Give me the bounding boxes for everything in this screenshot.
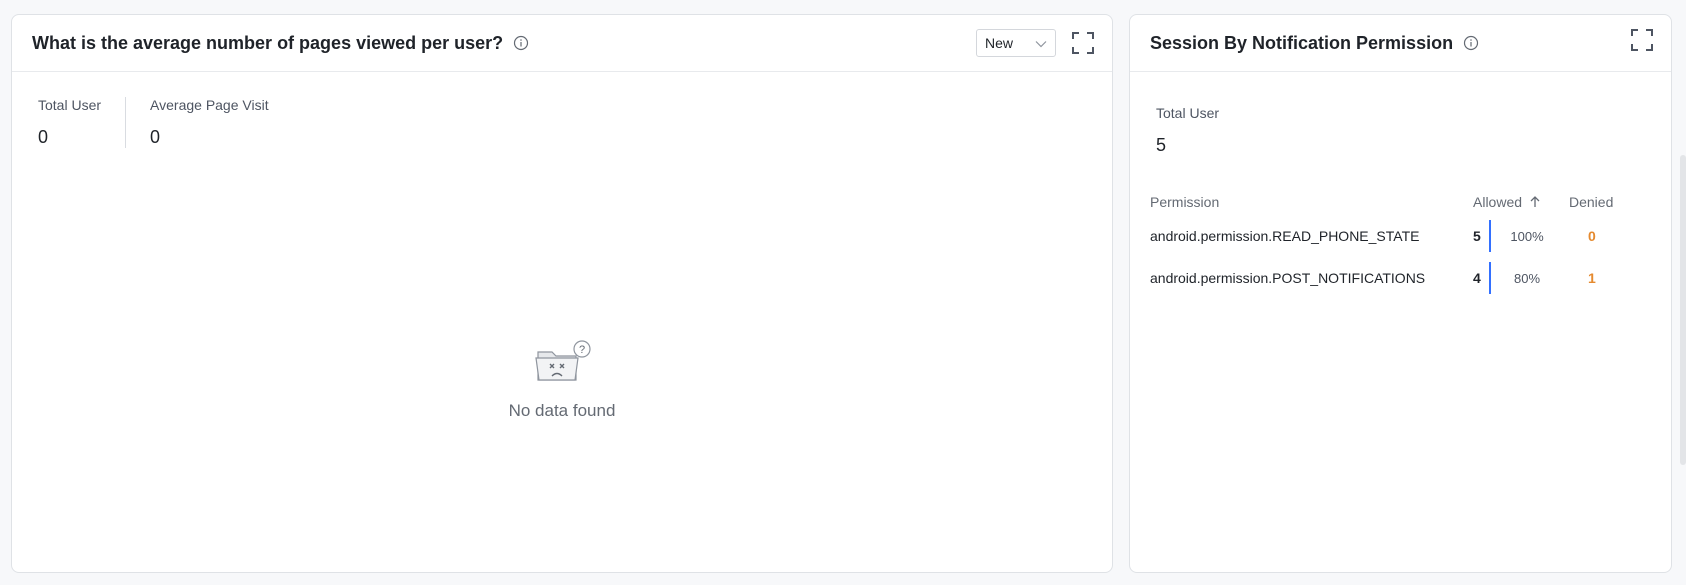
permission-name: android.permission.READ_PHONE_STATE bbox=[1150, 228, 1420, 244]
allowed-cell: 5 100% bbox=[1473, 220, 1569, 252]
stat-total-user: Total User 5 bbox=[1156, 105, 1243, 156]
stat-value: 0 bbox=[150, 127, 161, 147]
page-scrollbar[interactable] bbox=[1680, 155, 1686, 465]
header-allowed[interactable]: Allowed bbox=[1473, 194, 1569, 210]
stats-row: Total User 5 bbox=[1156, 105, 1243, 156]
allowed-percent: 80% bbox=[1513, 270, 1541, 286]
header-allowed-label: Allowed bbox=[1473, 194, 1523, 210]
notification-permission-card: Session By Notification Permission Total… bbox=[1129, 14, 1672, 573]
chevron-down-icon bbox=[1035, 35, 1047, 51]
stat-label: Total User bbox=[1156, 105, 1220, 121]
allowed-bar bbox=[1489, 220, 1491, 252]
card-header: Session By Notification Permission bbox=[1130, 15, 1671, 72]
header-controls bbox=[1631, 29, 1653, 51]
stat-label: Average Page Visit bbox=[150, 97, 269, 113]
empty-state: ? No data found bbox=[12, 340, 1112, 421]
table-header: Permission Allowed Denied bbox=[1150, 189, 1650, 215]
user-type-select[interactable]: New bbox=[976, 29, 1056, 57]
permission-name: android.permission.POST_NOTIFICATIONS bbox=[1150, 270, 1426, 286]
allowed-count: 4 bbox=[1473, 270, 1481, 286]
svg-text:?: ? bbox=[579, 344, 585, 356]
table-row: android.permission.POST_NOTIFICATIONS 4 … bbox=[1150, 257, 1650, 299]
sort-up-icon[interactable] bbox=[1530, 196, 1540, 208]
stat-label: Total User bbox=[38, 97, 102, 113]
stats-row: Total User 0 Average Page Visit 0 bbox=[38, 97, 293, 148]
info-icon[interactable] bbox=[1463, 35, 1479, 51]
empty-text: No data found bbox=[508, 401, 616, 420]
table-row: android.permission.READ_PHONE_STATE 5 10… bbox=[1150, 215, 1650, 257]
empty-folder-icon: ? bbox=[532, 340, 592, 388]
allowed-bar bbox=[1489, 262, 1491, 294]
info-icon[interactable] bbox=[513, 35, 529, 51]
header-permission: Permission bbox=[1150, 194, 1220, 210]
denied-count: 1 bbox=[1588, 270, 1596, 286]
permission-table: Permission Allowed Denied android.permis… bbox=[1150, 189, 1650, 299]
stat-value: 0 bbox=[38, 127, 49, 147]
expand-icon[interactable] bbox=[1072, 32, 1094, 54]
denied-count: 0 bbox=[1588, 228, 1596, 244]
allowed-count: 5 bbox=[1473, 228, 1481, 244]
stat-total-user: Total User 0 bbox=[38, 97, 125, 148]
card-title: Session By Notification Permission bbox=[1150, 32, 1454, 53]
card-title: What is the average number of pages view… bbox=[32, 32, 504, 53]
header-controls: New bbox=[976, 29, 1094, 57]
allowed-percent: 100% bbox=[1510, 228, 1544, 244]
header-denied: Denied bbox=[1569, 194, 1614, 210]
stat-value: 5 bbox=[1156, 135, 1167, 155]
stat-average-page-visit: Average Page Visit 0 bbox=[125, 97, 293, 148]
expand-icon[interactable] bbox=[1631, 29, 1653, 51]
pages-per-user-card: What is the average number of pages view… bbox=[11, 14, 1113, 573]
allowed-cell: 4 80% bbox=[1473, 262, 1569, 294]
select-value: New bbox=[985, 35, 1014, 51]
card-header: What is the average number of pages view… bbox=[12, 15, 1112, 72]
